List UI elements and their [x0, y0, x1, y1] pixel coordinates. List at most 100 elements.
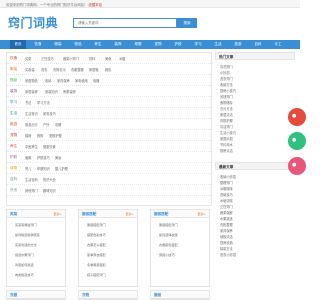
nav-handmade[interactable]: 手工: [270, 40, 286, 49]
share-weibo-icon[interactable]: ●: [288, 108, 306, 126]
category-link[interactable]: 收纳: [45, 78, 51, 83]
new-article-link[interactable]: 地板清洁: [217, 234, 233, 239]
hot-article-link[interactable]: 收纳方法: [217, 82, 233, 87]
card-item[interactable]: 买菜有哪些窍门: [11, 222, 37, 227]
nav-skincare[interactable]: 护肤: [170, 40, 186, 49]
category-link[interactable]: 书法: [25, 100, 31, 105]
nav-life[interactable]: 生活: [210, 40, 226, 49]
category-name[interactable]: 护肤: [10, 155, 17, 160]
card-title[interactable]: 衣物: [82, 293, 89, 298]
category-link[interactable]: 生活常识: [25, 111, 38, 116]
category-link[interactable]: 护肤技巧: [37, 155, 50, 160]
hot-article-link[interactable]: 去污方法: [217, 106, 233, 111]
category-link[interactable]: 做菜小窍门: [63, 56, 79, 61]
category-name[interactable]: 学习: [10, 100, 17, 105]
nav-health[interactable]: 养生: [90, 40, 106, 49]
card-title[interactable]: 衣服: [10, 293, 17, 298]
category-link[interactable]: 家务技巧: [43, 111, 56, 116]
category-link[interactable]: 狗狗: [37, 133, 43, 138]
new-article-link[interactable]: 整理窍门: [217, 180, 233, 185]
category-link[interactable]: 其他窍门: [25, 188, 38, 193]
card-item[interactable]: 冬季服装搭配: [83, 262, 105, 267]
new-article-link[interactable]: 洗碗技巧: [217, 192, 233, 197]
card-more-link[interactable]: 更多>: [53, 212, 62, 216]
nav-clothes[interactable]: 服装: [50, 40, 66, 49]
card-item[interactable]: 夏季穿衣搭配: [83, 252, 105, 257]
bookmark-link[interactable]: 收藏本站: [88, 3, 102, 7]
hot-article-link[interactable]: 食物储存: [217, 100, 233, 105]
category-link[interactable]: 育儿: [25, 166, 31, 171]
nav-study[interactable]: 学习: [190, 40, 206, 49]
category-link[interactable]: 健康饮食: [43, 144, 56, 149]
new-article-link[interactable]: 冰箱除味: [217, 186, 233, 191]
card-item[interactable]: 鸡蛋如何挑选: [11, 262, 33, 267]
card-item[interactable]: 挑选水果窍门: [11, 252, 33, 257]
nav-decor[interactable]: 装饰: [110, 40, 126, 49]
category-link[interactable]: 攻略: [55, 122, 61, 127]
card-item[interactable]: 衣服怎么搭配: [83, 242, 105, 247]
category-link[interactable]: 买着装: [25, 67, 35, 72]
category-link[interactable]: 孕期知识: [37, 166, 50, 171]
new-article-link[interactable]: 除霉方法: [217, 246, 233, 251]
card-more-link[interactable]: 更多>: [197, 212, 206, 216]
category-name[interactable]: 生活: [10, 111, 17, 116]
category-link[interactable]: 衣服整理: [71, 67, 84, 72]
hot-article-link[interactable]: 清洁窍门: [217, 124, 233, 129]
nav-travel[interactable]: 旅游: [230, 40, 246, 49]
category-name[interactable]: 装饰: [10, 89, 17, 94]
card-item[interactable]: 如何选择衣服: [155, 232, 177, 237]
nav-items[interactable]: 物品: [70, 40, 86, 49]
site-logo[interactable]: 窍门词典: [8, 14, 58, 31]
card-item[interactable]: 衣服颜色搭配: [155, 242, 177, 247]
category-link[interactable]: 房屋装修: [63, 89, 76, 94]
category-link[interactable]: 饮料: [89, 56, 95, 61]
hot-article-link[interactable]: 节约用水: [217, 142, 233, 147]
category-name[interactable]: 母婴: [10, 166, 17, 171]
category-link[interactable]: 面膜: [25, 155, 31, 160]
share-wechat-icon[interactable]: ●: [288, 132, 306, 150]
category-link[interactable]: 家装知识: [45, 89, 58, 94]
hot-article-link[interactable]: 家庭妙招: [217, 136, 233, 141]
new-article-link[interactable]: 烹饪窍门: [217, 204, 233, 209]
card-title[interactable]: 服装搭配: [154, 212, 168, 217]
card-more-link[interactable]: 更多>: [125, 212, 134, 216]
card-title[interactable]: 服装: [154, 293, 161, 298]
category-link[interactable]: 美妆: [55, 155, 61, 160]
hot-article-link[interactable]: 衣物护理: [217, 118, 233, 123]
new-article-link[interactable]: 水垢清除: [217, 198, 233, 203]
card-item[interactable]: 穿搭小技巧: [155, 252, 175, 257]
category-name[interactable]: 服装: [10, 67, 17, 72]
hot-article-link[interactable]: 家居清洁: [217, 112, 233, 117]
category-name[interactable]: 旅游: [10, 122, 17, 127]
card-item[interactable]: 肉类挑选技巧: [11, 272, 33, 277]
hot-article-link[interactable]: 清洗窍门: [217, 64, 233, 69]
category-link[interactable]: 宠物护理: [49, 133, 62, 138]
category-name[interactable]: 其他: [10, 188, 17, 193]
category-link[interactable]: 洗衣: [41, 67, 47, 72]
category-link[interactable]: 电器: [93, 78, 99, 83]
category-link[interactable]: 家具保养: [57, 78, 70, 83]
category-link[interactable]: 买菜: [25, 56, 31, 61]
category-link[interactable]: 家居装修: [25, 89, 38, 94]
category-name[interactable]: 养生: [10, 144, 17, 149]
card-item[interactable]: 服装搭配窍门: [83, 222, 105, 227]
search-input[interactable]: [74, 19, 176, 27]
new-article-link[interactable]: 洗衣小妙招: [217, 252, 236, 257]
card-title[interactable]: 买菜: [10, 212, 17, 217]
category-link[interactable]: 户外: [43, 122, 49, 127]
category-name[interactable]: 百科: [10, 177, 17, 182]
category-link[interactable]: 趣味知识: [43, 188, 56, 193]
new-article-link[interactable]: 家具保养: [217, 228, 233, 233]
category-link[interactable]: 美食: [105, 56, 111, 61]
category-link[interactable]: 学习方法: [37, 100, 50, 105]
category-link[interactable]: 旅游出行: [25, 122, 38, 127]
nav-encyclopedia[interactable]: 百科: [250, 40, 266, 49]
nav-food[interactable]: 饮食: [30, 40, 46, 49]
card-item[interactable]: 如何挑选新鲜蔬菜: [11, 232, 40, 237]
hot-article-link[interactable]: 洗衣窍门: [217, 76, 233, 81]
new-article-link[interactable]: 蔬菜保鲜: [217, 210, 233, 215]
new-article-link[interactable]: 收纳小妙招: [217, 174, 236, 179]
category-link[interactable]: 鞋包: [105, 67, 111, 72]
nav-baby[interactable]: 母婴: [130, 40, 146, 49]
hot-article-link[interactable]: 厨房小技巧: [217, 88, 236, 93]
